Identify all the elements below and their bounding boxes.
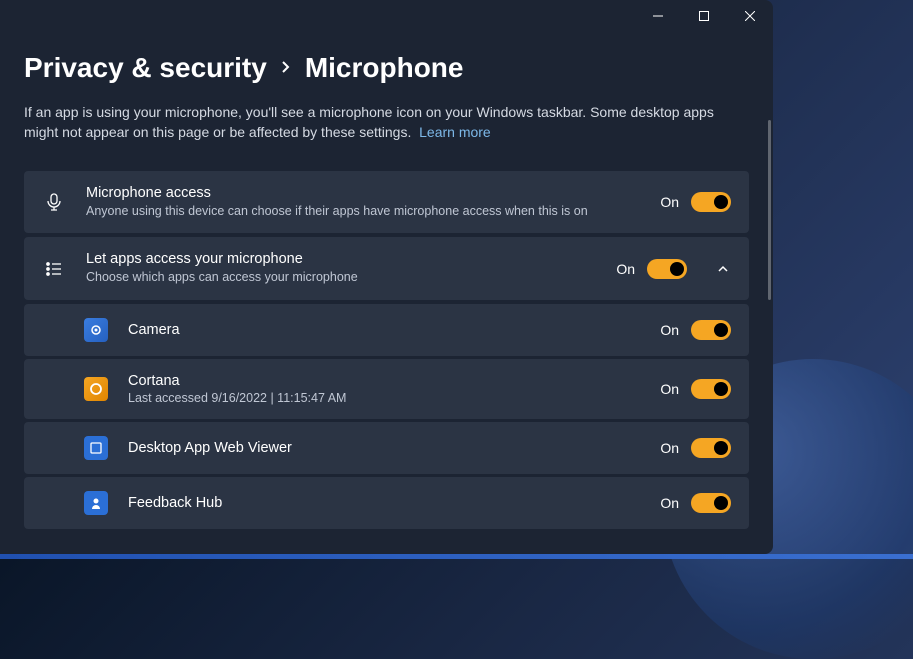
taskbar[interactable] xyxy=(0,554,913,559)
feedback-app-icon xyxy=(84,491,108,515)
toggle-state-label: On xyxy=(660,381,679,397)
feedback-toggle[interactable] xyxy=(691,493,731,513)
page-description: If an app is using your microphone, you'… xyxy=(24,102,724,143)
cortana-toggle[interactable] xyxy=(691,379,731,399)
camera-toggle[interactable] xyxy=(691,320,731,340)
toggle-state-label: On xyxy=(616,261,635,277)
toggle-state-label: On xyxy=(660,495,679,511)
app-last-accessed: Last accessed 9/16/2022 | 11:15:47 AM xyxy=(128,391,640,405)
camera-app-icon xyxy=(84,318,108,342)
scrollbar[interactable] xyxy=(768,120,771,300)
card-subtitle: Anyone using this device can choose if t… xyxy=(86,203,640,220)
learn-more-link[interactable]: Learn more xyxy=(419,124,491,140)
breadcrumb-parent[interactable]: Privacy & security xyxy=(24,52,267,84)
app-row-camera: Camera On xyxy=(24,304,749,356)
chevron-right-icon xyxy=(281,58,291,79)
app-name: Cortana xyxy=(128,373,640,389)
page-title: Microphone xyxy=(305,52,464,84)
toggle-state-label: On xyxy=(660,194,679,210)
app-name: Desktop App Web Viewer xyxy=(128,440,640,456)
titlebar xyxy=(0,0,773,32)
chevron-up-icon[interactable] xyxy=(715,263,731,275)
webviewer-toggle[interactable] xyxy=(691,438,731,458)
webviewer-app-icon xyxy=(84,436,108,460)
close-button[interactable] xyxy=(727,0,773,32)
apps-access-toggle[interactable] xyxy=(647,259,687,279)
app-list-icon xyxy=(42,257,66,281)
card-subtitle: Choose which apps can access your microp… xyxy=(86,269,596,286)
microphone-access-card: Microphone access Anyone using this devi… xyxy=(24,171,749,234)
toggle-state-label: On xyxy=(660,440,679,456)
breadcrumb: Privacy & security Microphone xyxy=(24,52,749,84)
microphone-icon xyxy=(42,190,66,214)
card-title: Microphone access xyxy=(86,185,640,201)
settings-window: Privacy & security Microphone If an app … xyxy=(0,0,773,554)
app-row-cortana: Cortana Last accessed 9/16/2022 | 11:15:… xyxy=(24,359,749,419)
minimize-button[interactable] xyxy=(635,0,681,32)
app-name: Camera xyxy=(128,322,640,338)
microphone-access-toggle[interactable] xyxy=(691,192,731,212)
apps-access-card[interactable]: Let apps access your microphone Choose w… xyxy=(24,237,749,300)
cortana-app-icon xyxy=(84,377,108,401)
app-row-feedback: Feedback Hub On xyxy=(24,477,749,529)
app-name: Feedback Hub xyxy=(128,495,640,511)
card-title: Let apps access your microphone xyxy=(86,251,596,267)
app-row-webviewer: Desktop App Web Viewer On xyxy=(24,422,749,474)
toggle-state-label: On xyxy=(660,322,679,338)
maximize-button[interactable] xyxy=(681,0,727,32)
